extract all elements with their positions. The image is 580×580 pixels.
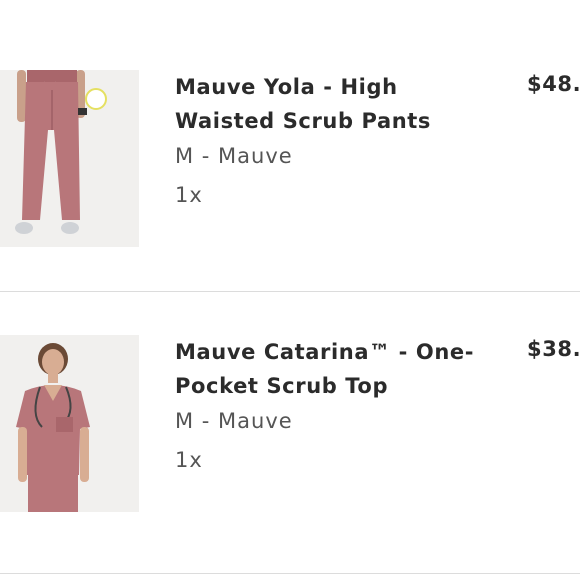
product-title[interactable]: Mauve Yola - High Waisted Scrub Pants bbox=[175, 70, 505, 138]
cart-item: Mauve Catarina™ - One-Pocket Scrub Top M… bbox=[0, 335, 580, 515]
scrub-pants-photo-icon bbox=[0, 70, 139, 247]
item-divider bbox=[0, 573, 580, 574]
product-quantity: 1x bbox=[175, 448, 203, 472]
item-divider bbox=[0, 291, 580, 292]
product-title[interactable]: Mauve Catarina™ - One-Pocket Scrub Top bbox=[175, 335, 505, 403]
product-image[interactable] bbox=[0, 70, 139, 247]
product-price: $48. bbox=[527, 72, 580, 96]
product-variant: M - Mauve bbox=[175, 409, 293, 433]
product-image[interactable] bbox=[0, 335, 139, 512]
scrub-top-photo-icon bbox=[0, 335, 139, 512]
cart-item: Mauve Yola - High Waisted Scrub Pants M … bbox=[0, 70, 580, 250]
cart-item-list: Mauve Yola - High Waisted Scrub Pants M … bbox=[0, 0, 580, 580]
product-quantity: 1x bbox=[175, 183, 203, 207]
product-price: $38. bbox=[527, 337, 580, 361]
product-variant: M - Mauve bbox=[175, 144, 293, 168]
